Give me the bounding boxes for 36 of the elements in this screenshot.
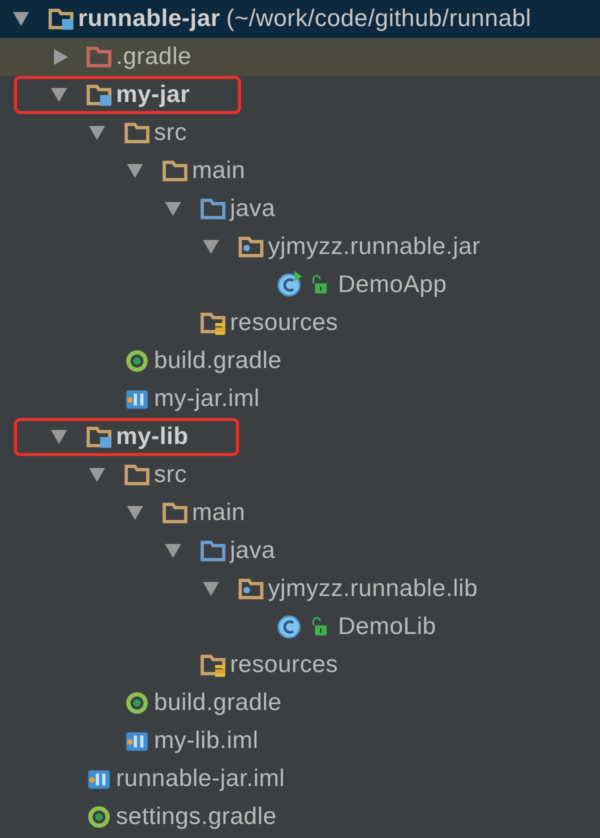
item-label[interactable]: build.gradle <box>154 689 288 717</box>
path-label: (~/work/code/github/runnabl <box>226 5 532 33</box>
item-label[interactable]: main <box>192 157 252 185</box>
item-label[interactable]: src <box>154 119 193 147</box>
collapse-arrow-icon[interactable] <box>165 544 181 558</box>
tree-row[interactable]: .gradle <box>0 38 600 76</box>
item-label[interactable]: .gradle <box>116 43 198 71</box>
expand-arrow-icon[interactable] <box>54 49 68 65</box>
collapse-arrow-icon[interactable] <box>127 506 143 520</box>
item-label[interactable]: DemoLib <box>338 613 442 641</box>
item-label[interactable]: my-jar <box>116 81 196 109</box>
item-label[interactable]: my-lib.iml <box>154 727 264 755</box>
collapse-arrow-icon[interactable] <box>165 202 181 216</box>
item-label[interactable]: java <box>230 195 282 223</box>
item-label[interactable]: yjmyzz.runnable.lib <box>268 575 484 603</box>
tree-row[interactable]: runnable-jar (~/work/code/github/runnabl <box>0 0 600 38</box>
item-label[interactable]: resources <box>230 309 344 337</box>
item-label[interactable]: runnable-jar.iml <box>116 765 291 793</box>
collapse-arrow-icon[interactable] <box>51 88 67 102</box>
item-label[interactable]: my-lib <box>116 423 194 451</box>
collapse-arrow-icon[interactable] <box>51 430 67 444</box>
item-label[interactable]: resources <box>230 651 344 679</box>
item-label[interactable]: DemoApp <box>338 271 453 299</box>
collapse-arrow-icon[interactable] <box>203 582 219 596</box>
item-label[interactable]: java <box>230 537 282 565</box>
collapse-arrow-icon[interactable] <box>203 240 219 254</box>
collapse-arrow-icon[interactable] <box>127 164 143 178</box>
item-label[interactable]: runnable-jar <box>78 5 226 33</box>
item-label[interactable]: main <box>192 499 252 527</box>
item-label[interactable]: yjmyzz.runnable.jar <box>268 233 486 261</box>
collapse-arrow-icon[interactable] <box>89 126 105 140</box>
item-label[interactable]: my-jar.iml <box>154 385 266 413</box>
item-label[interactable]: src <box>154 461 193 489</box>
item-label[interactable]: settings.gradle <box>116 803 283 831</box>
item-label[interactable]: build.gradle <box>154 347 288 375</box>
collapse-arrow-icon[interactable] <box>89 468 105 482</box>
